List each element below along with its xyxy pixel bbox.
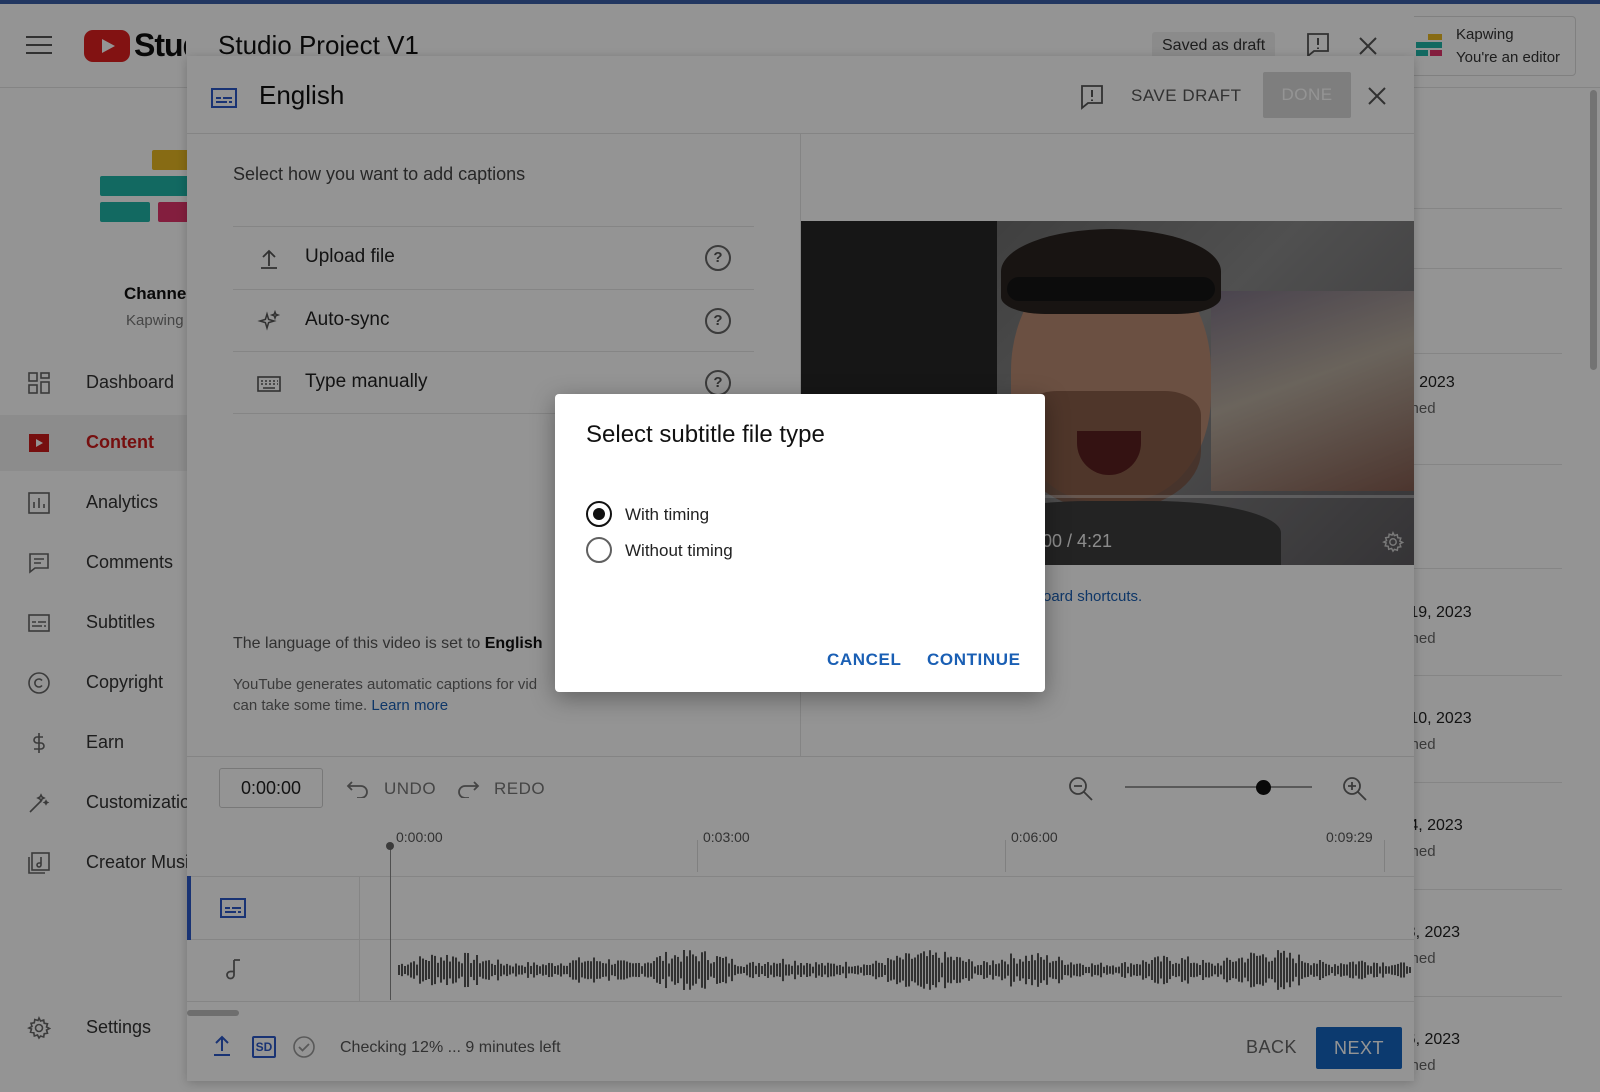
cancel-button[interactable]: CANCEL	[827, 650, 901, 670]
subtitle-file-type-dialog: Select subtitle file type With timing Wi…	[555, 394, 1045, 692]
dialog-title: Select subtitle file type	[586, 421, 825, 448]
radio-label: With timing	[625, 505, 710, 524]
radio-label: Without timing	[625, 541, 733, 560]
radio-button-checked[interactable]	[586, 501, 612, 527]
radio-button[interactable]	[586, 537, 612, 563]
continue-button[interactable]: CONTINUE	[927, 650, 1021, 670]
